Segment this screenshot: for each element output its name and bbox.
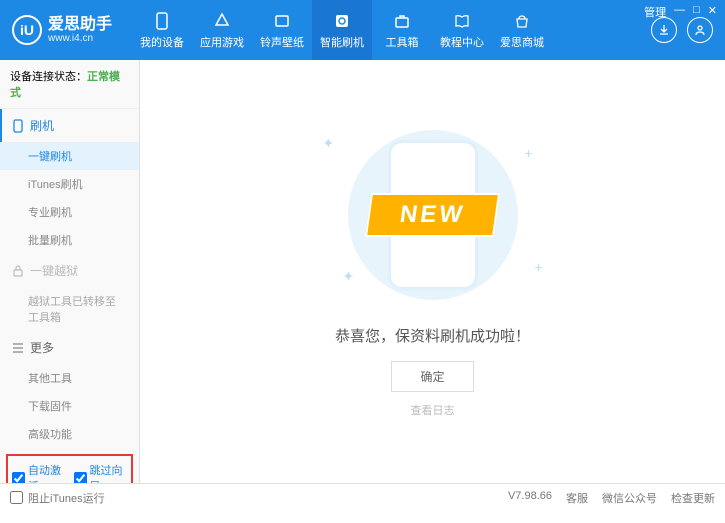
brand-name: 爱思助手	[48, 16, 112, 34]
footer: 阻止iTunes运行 V7.98.66 客服 微信公众号 检查更新	[0, 483, 725, 511]
nav-my-device[interactable]: 我的设备	[132, 0, 192, 60]
sidebar-flash-header[interactable]: 刷机	[0, 109, 139, 142]
user-button[interactable]	[687, 17, 713, 43]
nav-label: 爱思商城	[500, 34, 544, 50]
toolbox-icon	[392, 11, 412, 31]
brand-url: www.i4.cn	[48, 33, 112, 44]
maximize-button[interactable]: □	[693, 4, 700, 20]
flash-icon	[332, 11, 352, 31]
connection-status: 设备连接状态：正常模式	[0, 60, 139, 109]
sidebar-item-oneclick[interactable]: 一键刷机	[0, 142, 139, 170]
options-box: 自动激活 跳过向导	[6, 454, 133, 483]
nav-label: 铃声壁纸	[260, 34, 304, 50]
main-content: ✦ + ✦ + NEW 恭喜您，保资料刷机成功啦！ 确定 查看日志	[140, 60, 725, 483]
nav-label: 应用游戏	[200, 34, 244, 50]
settings-button[interactable]: 管理	[644, 4, 666, 20]
sidebar-item-batch[interactable]: 批量刷机	[0, 226, 139, 254]
header: iU 爱思助手 www.i4.cn 我的设备 应用游戏 铃声壁纸 智能刷机 工具…	[0, 0, 725, 60]
service-link[interactable]: 客服	[566, 490, 588, 506]
phone-icon	[152, 11, 172, 31]
close-button[interactable]: ✕	[708, 4, 717, 20]
sidebar: 设备连接状态：正常模式 刷机 一键刷机 iTunes刷机 专业刷机 批量刷机 一…	[0, 60, 140, 483]
nav-flash[interactable]: 智能刷机	[312, 0, 372, 60]
nav-toolbox[interactable]: 工具箱	[372, 0, 432, 60]
lock-icon	[12, 265, 24, 277]
minimize-button[interactable]: —	[674, 4, 685, 20]
phone-icon	[12, 119, 24, 133]
apps-icon	[212, 11, 232, 31]
version-label: V7.98.66	[508, 490, 552, 506]
main-nav: 我的设备 应用游戏 铃声壁纸 智能刷机 工具箱 教程中心 爱思商城	[132, 0, 651, 60]
sidebar-item-pro[interactable]: 专业刷机	[0, 198, 139, 226]
sidebar-item-other[interactable]: 其他工具	[0, 364, 139, 392]
titlebar-controls: 管理 — □ ✕	[644, 4, 717, 20]
sidebar-more-header[interactable]: 更多	[0, 331, 139, 364]
success-illustration: ✦ + ✦ + NEW	[293, 125, 573, 305]
section-title: 刷机	[30, 117, 54, 134]
ok-button[interactable]: 确定	[391, 361, 473, 392]
nav-tutorials[interactable]: 教程中心	[432, 0, 492, 60]
jailbreak-note: 越狱工具已转移至工具箱	[0, 287, 139, 331]
nav-label: 智能刷机	[320, 34, 364, 50]
section-title: 一键越狱	[30, 262, 78, 279]
ringtone-icon	[272, 11, 292, 31]
wechat-link[interactable]: 微信公众号	[602, 490, 657, 506]
block-itunes-checkbox[interactable]: 阻止iTunes运行	[10, 490, 105, 506]
view-log-link[interactable]: 查看日志	[411, 402, 455, 418]
check-update-link[interactable]: 检查更新	[671, 490, 715, 506]
brand-logo: iU 爱思助手 www.i4.cn	[12, 15, 112, 45]
nav-apps[interactable]: 应用游戏	[192, 0, 252, 60]
nav-label: 教程中心	[440, 34, 484, 50]
download-button[interactable]	[651, 17, 677, 43]
success-message: 恭喜您，保资料刷机成功啦！	[335, 325, 530, 346]
auto-activate-checkbox[interactable]: 自动激活	[12, 462, 66, 483]
sidebar-jailbreak-header[interactable]: 一键越狱	[0, 254, 139, 287]
nav-label: 工具箱	[386, 34, 419, 50]
sidebar-item-firmware[interactable]: 下载固件	[0, 392, 139, 420]
sidebar-item-itunes[interactable]: iTunes刷机	[0, 170, 139, 198]
section-title: 更多	[30, 339, 54, 356]
menu-icon	[12, 343, 24, 353]
skip-guide-checkbox[interactable]: 跳过向导	[74, 462, 128, 483]
nav-store[interactable]: 爱思商城	[492, 0, 552, 60]
logo-icon: iU	[12, 15, 42, 45]
nav-label: 我的设备	[140, 34, 184, 50]
nav-ringtones[interactable]: 铃声壁纸	[252, 0, 312, 60]
sidebar-item-advanced[interactable]: 高级功能	[0, 420, 139, 448]
store-icon	[512, 11, 532, 31]
new-banner: NEW	[365, 193, 500, 237]
book-icon	[452, 11, 472, 31]
